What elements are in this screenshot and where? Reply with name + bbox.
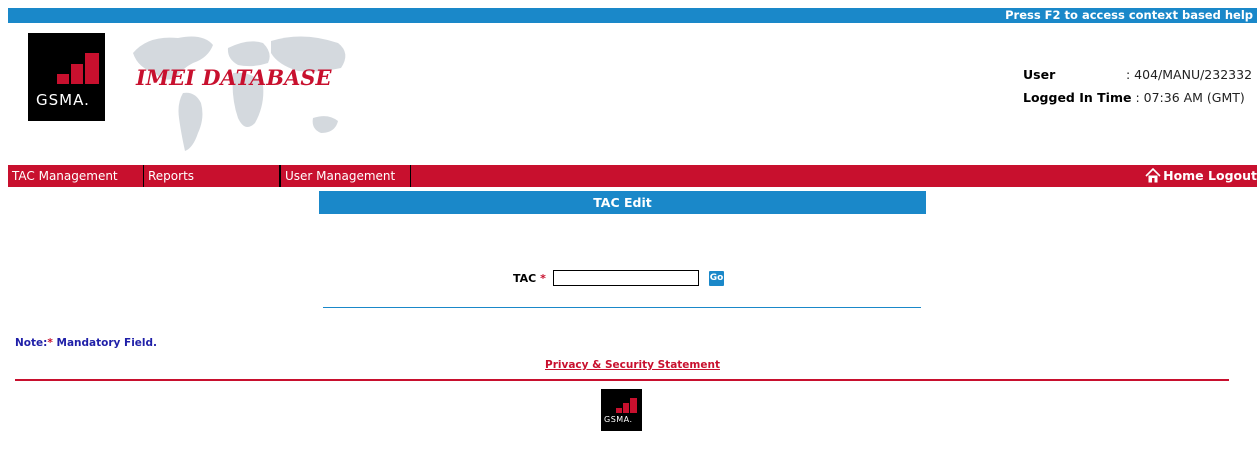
footer-logo-text: GSMA. [604,415,633,424]
nav-reports[interactable]: Reports [144,165,280,187]
gsma-logo: GSMA. [28,33,105,121]
help-bar: Press F2 to access context based help [8,8,1257,23]
tac-form: TAC * Go [0,268,1257,290]
footer-divider [15,379,1229,381]
home-link[interactable]: Home [1163,168,1204,183]
nav-user-management[interactable]: User Management [280,165,411,187]
tac-input[interactable] [553,270,699,286]
login-time-label: Logged In Time [1023,90,1132,105]
mandatory-note: Note:* Mandatory Field. [15,337,158,349]
logout-link[interactable]: Logout [1208,168,1257,183]
go-button[interactable]: Go [709,271,724,286]
user-value: : 404/MANU/232332 [1126,67,1253,82]
header: GSMA. IMEI DATABASE User : 404/MANU/2323… [8,23,1257,165]
home-icon[interactable] [1145,167,1161,190]
form-divider [323,307,921,308]
login-time-value: : 07:36 AM (GMT) [1135,90,1245,105]
help-text: Press F2 to access context based help [1005,8,1253,22]
privacy-link[interactable]: Privacy & Security Statement [545,359,720,371]
footer-gsma-logo: GSMA. [601,389,642,431]
tac-label: TAC * [513,272,546,285]
nav-tac-management[interactable]: TAC Management [8,165,144,187]
app-title: IMEI DATABASE [136,65,332,90]
logo-text: GSMA. [36,91,90,109]
user-info: User : 404/MANU/232332 Logged In Time : … [1023,63,1257,109]
required-marker: * [540,272,546,285]
main-nav: TAC Management Reports User Management H… [8,165,1257,187]
panel-title: TAC Edit [319,191,926,214]
user-label: User [1023,67,1056,82]
world-map-graphic [133,36,346,151]
nav-right-links: Home Logout [1145,165,1257,187]
